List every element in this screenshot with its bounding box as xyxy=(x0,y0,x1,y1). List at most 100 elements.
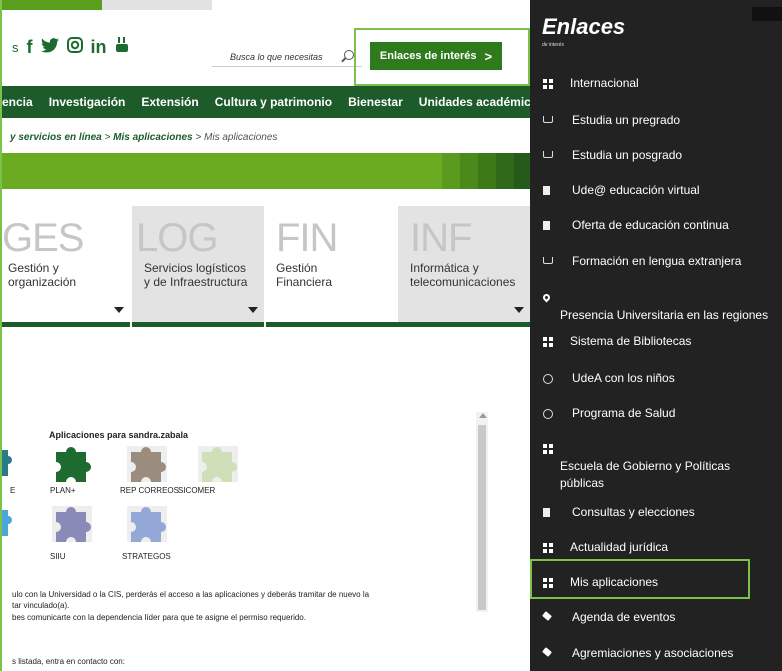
twitter-icon[interactable] xyxy=(40,37,59,58)
link-label: Consultas y elecciones xyxy=(572,505,695,519)
tile-ges[interactable]: GES Gestión y organización xyxy=(2,206,130,327)
link-agremiaciones-y-asociaciones[interactable]: Agremiaciones y asociaciones xyxy=(530,644,782,671)
panel-corner xyxy=(752,7,782,21)
link-ude-educaci-n-virtual[interactable]: Ude@ educación virtual xyxy=(530,181,782,211)
tile-inf[interactable]: INF Informática y telecomunicaciones xyxy=(398,206,530,327)
grid-icon xyxy=(543,444,553,454)
link-label: Formación en lengua extranjera xyxy=(572,254,742,268)
tile-label: Informática y telecomunicaciones xyxy=(410,261,516,290)
tile-label: Gestión y organización xyxy=(8,261,77,290)
nav-item-unidades[interactable]: Unidades académicas xyxy=(419,95,530,109)
app-tile-siiu[interactable] xyxy=(52,506,92,542)
link-escuela-de-gobierno-y-pol-ticas-p-blicas[interactable]: Escuela de Gobierno y Políticas públicas xyxy=(530,440,782,490)
nav-item-extension[interactable]: Extensión xyxy=(141,95,198,109)
app-label: STRATEGOS xyxy=(122,552,171,561)
link-oferta-de-educaci-n-continua[interactable]: Oferta de educación continua xyxy=(530,216,782,246)
link-label: Actualidad jurídica xyxy=(570,540,669,554)
note-line: tar vinculado(a). xyxy=(12,601,70,610)
linkedin-icon[interactable]: in xyxy=(91,37,107,58)
youtube-icon[interactable] xyxy=(115,36,129,58)
nav-item-bienestar[interactable]: Bienestar xyxy=(348,95,403,109)
app-tile-strategos[interactable] xyxy=(127,506,167,542)
search-icon[interactable] xyxy=(344,50,354,60)
link-formaci-n-en-lengua-extranjera[interactable]: Formación en lengua extranjera xyxy=(530,252,782,282)
pin-icon xyxy=(541,292,552,303)
tile-fin[interactable]: FIN Gestión Financiera xyxy=(266,206,398,327)
book-icon xyxy=(543,257,553,264)
circle-icon xyxy=(543,409,553,419)
book-icon xyxy=(543,116,553,123)
app-label: SIIU xyxy=(50,552,66,561)
link-sistema-de-bibliotecas[interactable]: Sistema de Bibliotecas xyxy=(530,332,782,362)
link-label: Estudia un posgrado xyxy=(572,148,683,162)
instagram-icon[interactable] xyxy=(66,36,83,58)
search-box xyxy=(212,47,362,67)
app-tile-blue[interactable] xyxy=(2,506,36,542)
link-presencia-universitaria-en-las-regiones[interactable]: Presencia Universitaria en las regiones xyxy=(530,290,782,322)
tile-code: GES xyxy=(2,216,84,260)
link-agenda-de-eventos[interactable]: Agenda de eventos xyxy=(530,608,782,638)
link-estudia-un-pregrado[interactable]: Estudia un pregrado xyxy=(530,111,782,141)
link-label: Ude@ educación virtual xyxy=(572,183,700,197)
tile-label: Gestión Financiera xyxy=(276,261,333,290)
social-links: s f in xyxy=(12,36,129,58)
link-label: Escuela de Gobierno y Políticas públicas xyxy=(560,459,731,491)
breadcrumb-link-mis-aplicaciones[interactable]: Mis aplicaciones xyxy=(113,132,192,143)
app-tile-e[interactable] xyxy=(2,446,36,482)
search-input[interactable] xyxy=(212,48,332,66)
scroll-up-arrow-icon[interactable] xyxy=(479,413,487,418)
chevron-down-icon xyxy=(514,307,524,313)
tile-code: INF xyxy=(410,216,472,260)
apps-title: Aplicaciones para sandra.zabala xyxy=(49,430,189,440)
link-internacional[interactable]: Internacional xyxy=(530,74,782,104)
main-page: s f in Enlaces de interés > encia Invest… xyxy=(0,0,530,671)
tile-code: FIN xyxy=(276,216,338,260)
link-label: Agenda de eventos xyxy=(572,610,676,624)
document-icon xyxy=(543,186,550,195)
tag-icon xyxy=(542,647,552,657)
panel-title: Enlaces xyxy=(542,14,626,39)
breadcrumb-link-servicios[interactable]: y servicios en línea xyxy=(10,132,102,143)
link-estudia-un-posgrado[interactable]: Estudia un posgrado xyxy=(530,146,782,176)
grid-icon xyxy=(543,79,553,89)
app-tile-rep-correos[interactable] xyxy=(127,446,167,482)
link-label: Oferta de educación continua xyxy=(572,218,729,232)
link-udea-con-los-ni-os[interactable]: UdeA con los niños xyxy=(530,369,782,399)
facebook-icon[interactable]: f xyxy=(27,37,33,58)
chevron-down-icon xyxy=(114,307,124,313)
note-line: ulo con la Universidad o la CIS, perderá… xyxy=(12,590,370,599)
note-line: s listada, entra en contacto con: xyxy=(12,657,125,666)
panel-subtitle: de interés xyxy=(542,42,564,48)
link-label: Agremiaciones y asociaciones xyxy=(572,646,734,660)
book-icon xyxy=(543,151,553,158)
app-label: SICOMER xyxy=(178,486,216,495)
tile-log[interactable]: LOG Servicios logísticos y de Infraestru… xyxy=(132,206,264,327)
breadcrumb-sep: > xyxy=(192,132,205,143)
tile-code: LOG xyxy=(136,216,218,260)
nav-item-docencia[interactable]: encia xyxy=(2,95,33,109)
link-programa-de-salud[interactable]: Programa de Salud xyxy=(530,404,782,434)
tag-icon xyxy=(542,611,552,621)
enlaces-button-label: Enlaces de interés xyxy=(379,50,477,62)
nav-item-investigacion[interactable]: Investigación xyxy=(49,95,126,109)
document-icon xyxy=(543,508,550,517)
document-icon xyxy=(543,221,550,230)
social-label-fragment: s xyxy=(12,39,19,55)
link-consultas-y-elecciones[interactable]: Consultas y elecciones xyxy=(530,503,782,533)
link-label: Programa de Salud xyxy=(572,406,676,420)
circle-icon xyxy=(543,374,553,384)
tile-label: Servicios logísticos y de Infraestructur… xyxy=(144,261,248,290)
green-banner xyxy=(2,153,530,189)
mis-aplicaciones-highlight-box xyxy=(530,559,750,599)
app-label: PLAN+ xyxy=(50,486,76,495)
app-tile-sicomer[interactable] xyxy=(198,446,238,482)
chevron-down-icon xyxy=(248,307,258,313)
link-label: UdeA con los niños xyxy=(572,371,675,385)
chevron-right-icon: > xyxy=(484,48,493,64)
app-tile-plan[interactable] xyxy=(52,446,92,482)
link-label: Sistema de Bibliotecas xyxy=(570,334,692,348)
apps-scrollbar-thumb[interactable] xyxy=(478,425,486,610)
nav-item-cultura[interactable]: Cultura y patrimonio xyxy=(215,95,332,109)
link-label: Estudia un pregrado xyxy=(572,113,681,127)
enlaces-de-interes-button[interactable]: Enlaces de interés > xyxy=(370,42,502,70)
